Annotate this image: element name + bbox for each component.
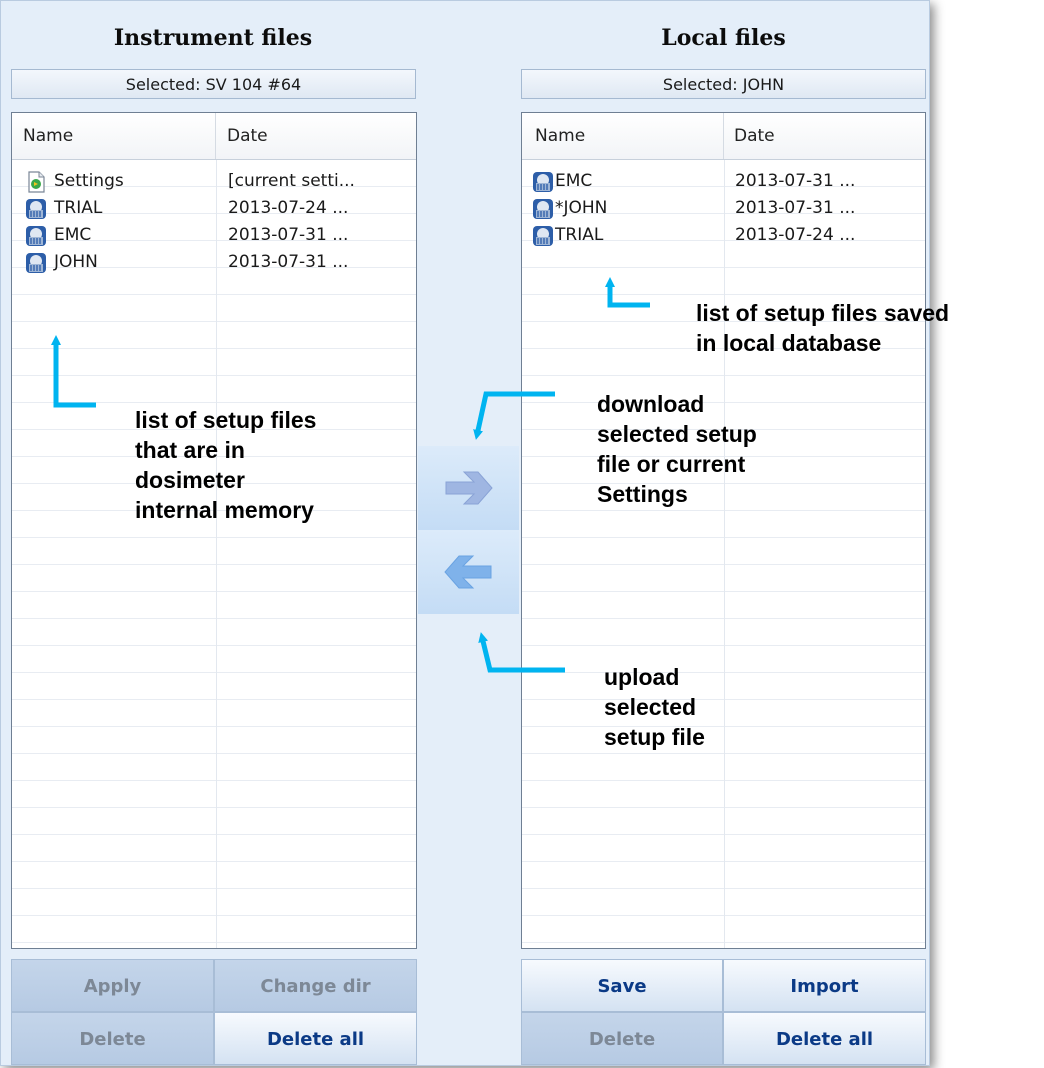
annotation-line: selected setup: [597, 421, 757, 447]
annotation-line: selected: [604, 694, 697, 720]
annotation-line: Settings: [597, 481, 688, 507]
annotation-line: internal memory: [135, 497, 314, 523]
annotation-line: file or current: [597, 451, 746, 477]
instrument-list-arrow: [51, 335, 96, 408]
annotation-line: setup file: [604, 724, 705, 750]
instrument-list-annotation: list of setup files that are in dosimete…: [135, 405, 316, 525]
annotation-line: download: [597, 391, 705, 417]
annotation-line: in local database: [696, 330, 882, 356]
download-annotation: download selected setup file or current …: [597, 389, 757, 509]
annotation-line: dosimeter: [135, 467, 245, 493]
download-annotation-arrow: [473, 391, 555, 440]
annotation-line: list of setup files saved: [696, 300, 950, 326]
upload-annotation: upload selected setup file: [604, 662, 705, 752]
annotation-line: upload: [604, 664, 680, 690]
local-list-annotation: list of setup files saved in local datab…: [696, 298, 949, 358]
annotation-line: that are in: [135, 437, 245, 463]
upload-annotation-arrow: [478, 632, 565, 673]
local-list-arrow: [605, 277, 650, 308]
annotation-arrows: [51, 277, 650, 673]
annotation-line: list of setup files: [135, 407, 317, 433]
